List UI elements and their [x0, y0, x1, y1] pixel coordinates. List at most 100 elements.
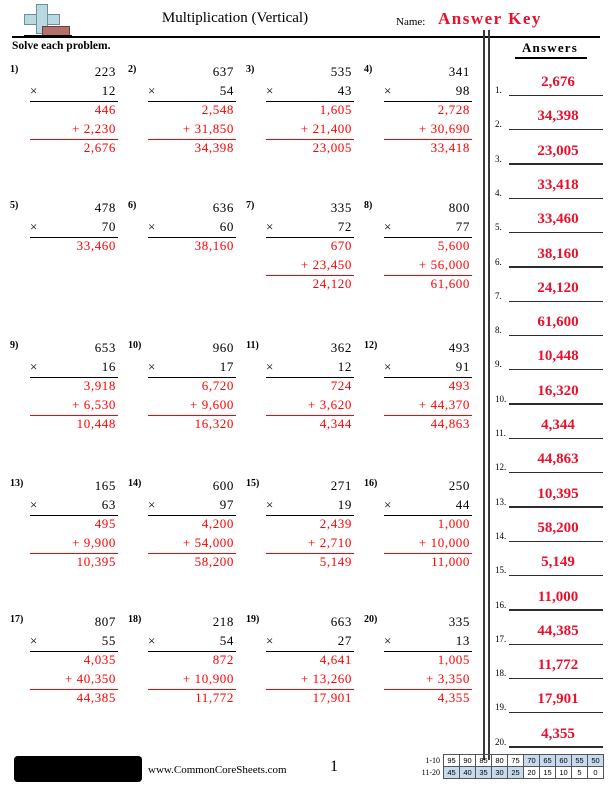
- problem-number: 14): [128, 478, 142, 489]
- multiplier-row: × 72: [262, 219, 358, 239]
- score-cell: 95: [443, 754, 460, 767]
- score-cell: 60: [555, 754, 572, 767]
- multiplicand-row: 223: [26, 64, 122, 83]
- multiplicand-row: 493: [380, 340, 476, 359]
- partial-product-row: 1,605: [262, 102, 358, 121]
- multiplier-row: × 70: [26, 219, 122, 239]
- multiplier-row: × 44: [380, 497, 476, 517]
- product-row: 58,200: [144, 554, 240, 573]
- partial-product: 2,728: [437, 102, 470, 117]
- partial-product-row: + 13,260: [262, 671, 358, 691]
- problem-body: 478 × 70 33,460: [26, 200, 122, 257]
- answers-heading-underline: [515, 57, 587, 59]
- multiplicand-row: 362: [262, 340, 358, 359]
- partial-product-row: 4,035: [26, 652, 122, 671]
- product: 33,418: [430, 140, 470, 155]
- multiplicand: 663: [330, 614, 352, 629]
- multiplier: 63: [101, 497, 116, 512]
- answer-row: 18. 11,772: [495, 645, 607, 680]
- website-url: www.CommonCoreSheets.com: [148, 764, 287, 776]
- answers-heading: Answers: [521, 40, 579, 55]
- multiplier: 77: [455, 219, 470, 234]
- partial-product: + 10,000: [418, 535, 470, 550]
- product: 34,398: [194, 140, 234, 155]
- score-cell: 5: [571, 766, 588, 779]
- partial-product: 2,548: [201, 102, 234, 117]
- multiplier-row: × 19: [262, 497, 358, 517]
- partial-product: + 2,230: [71, 121, 116, 136]
- partial-product-row: + 40,350: [26, 671, 122, 691]
- multiplier: 27: [337, 633, 352, 648]
- problem-number: 16): [364, 478, 378, 489]
- product-row: 38,160: [144, 238, 240, 257]
- multiplicand: 341: [448, 64, 470, 79]
- partial-product-row: + 10,000: [380, 535, 476, 555]
- product-row: 24,120: [262, 276, 358, 295]
- partial-product: + 21,400: [300, 121, 352, 136]
- multiplicand: 271: [330, 478, 352, 493]
- answer-index: 7.: [495, 290, 502, 301]
- multiplier: 12: [101, 83, 116, 98]
- multiplier: 72: [337, 219, 352, 234]
- problem-number: 19): [246, 614, 260, 625]
- partial-product: 670: [330, 238, 352, 253]
- problem-body: 600 × 97 4,200 + 54,000 58,200: [144, 478, 240, 573]
- partial-product: + 2,710: [307, 535, 352, 550]
- multiplier-row: × 43: [262, 83, 358, 103]
- score-cell: 75: [507, 754, 524, 767]
- multiplier: 55: [101, 633, 116, 648]
- multiplicand: 636: [212, 200, 234, 215]
- problem-number: 6): [128, 200, 137, 211]
- product: 10,395: [76, 554, 116, 569]
- score-cell: 25: [507, 766, 524, 779]
- partial-product-row: 5,600: [380, 238, 476, 257]
- score-row-2: 11-20 45 40 35 30 25 20 15 10 5 0: [418, 766, 604, 779]
- answer-index: 20.: [495, 736, 507, 747]
- multiplier-row: × 97: [144, 497, 240, 517]
- multiply-operator-icon: ×: [384, 359, 392, 374]
- multiplier: 54: [219, 633, 234, 648]
- partial-product-row: + 30,690: [380, 121, 476, 141]
- partial-product: + 31,850: [182, 121, 234, 136]
- answer-row: 8. 61,600: [495, 302, 607, 337]
- multiply-operator-icon: ×: [266, 497, 274, 512]
- problem-number: 13): [10, 478, 24, 489]
- score-cell: 65: [539, 754, 556, 767]
- multiply-operator-icon: ×: [30, 633, 38, 648]
- partial-product: + 44,370: [418, 397, 470, 412]
- problem-body: 341 × 98 2,728 + 30,690 33,418: [380, 64, 476, 159]
- score-cell: 45: [443, 766, 460, 779]
- partial-product: 4,641: [319, 652, 352, 667]
- score-table: 1-10 95 90 85 80 75 70 65 60 55 50 11-20 45 40 35 30…: [418, 754, 604, 779]
- partial-product: 4,200: [201, 516, 234, 531]
- header-divider: [12, 36, 600, 38]
- partial-product: 724: [330, 378, 352, 393]
- problem-body: 493 × 91 493 + 44,370 44,863: [380, 340, 476, 435]
- multiplicand: 637: [212, 64, 234, 79]
- multiplier-row: × 54: [144, 83, 240, 103]
- partial-product-row: 6,720: [144, 378, 240, 397]
- problem-body: 636 × 60 38,160: [144, 200, 240, 257]
- answer-row: 4. 33,418: [495, 165, 607, 199]
- partial-product-row: 495: [26, 516, 122, 535]
- partial-product-row: 446: [26, 102, 122, 121]
- problem-body: 218 × 54 872 + 10,900 11,772: [144, 614, 240, 709]
- problem-body: 271 × 19 2,439 + 2,710 5,149: [262, 478, 358, 573]
- answer-row: 2. 34,398: [495, 96, 607, 131]
- multiplicand-row: 960: [144, 340, 240, 359]
- partial-product-row: 2,548: [144, 102, 240, 121]
- answer-index: 17.: [495, 633, 507, 644]
- problem-body: 362 × 12 724 + 3,620 4,344: [262, 340, 358, 435]
- multiply-operator-icon: ×: [266, 359, 274, 374]
- answer-index: 3.: [495, 153, 502, 164]
- multiply-operator-icon: ×: [148, 359, 156, 374]
- worksheet-header: Multiplication (Vertical) Name: Answer K…: [0, 0, 612, 38]
- product: 44,863: [430, 416, 470, 431]
- multiplier: 98: [455, 83, 470, 98]
- problem-number: 2): [128, 64, 137, 75]
- partial-product-row: 670: [262, 238, 358, 257]
- answer-value: 4,355: [541, 725, 575, 742]
- partial-product-row: 2,439: [262, 516, 358, 535]
- partial-product: 446: [94, 102, 116, 117]
- product: 58,200: [194, 554, 234, 569]
